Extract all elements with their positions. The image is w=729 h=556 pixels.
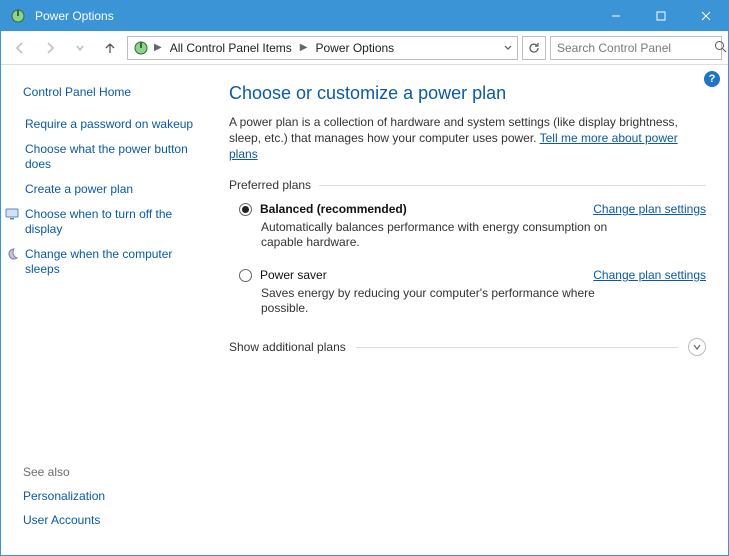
- display-icon: [5, 207, 19, 221]
- window-title: Power Options: [35, 9, 114, 23]
- preferred-plans-text: Preferred plans: [229, 178, 311, 192]
- search-box[interactable]: [550, 36, 722, 60]
- breadcrumb-all-items[interactable]: All Control Panel Items: [166, 39, 296, 57]
- maximize-button[interactable]: [638, 1, 683, 31]
- power-options-icon: [132, 40, 150, 56]
- chevron-right-icon[interactable]: ▶: [152, 42, 164, 53]
- plan-balanced-radio[interactable]: [239, 203, 252, 216]
- address-bar: ▶ All Control Panel Items ▶ Power Option…: [1, 31, 728, 65]
- titlebar: Power Options: [1, 1, 728, 31]
- preferred-plans-label: Preferred plans: [229, 178, 706, 192]
- see-also-header: See also: [23, 465, 197, 479]
- breadcrumb-bar[interactable]: ▶ All Control Panel Items ▶ Power Option…: [127, 36, 518, 60]
- up-button[interactable]: [97, 35, 123, 61]
- task-label: Require a password on wakeup: [25, 117, 193, 132]
- breadcrumb-dropdown-button[interactable]: [501, 40, 515, 57]
- plan-power-saver-radio[interactable]: [239, 269, 252, 282]
- task-label: Change when the computer sleeps: [25, 247, 197, 277]
- plan-balanced-desc: Automatically balances performance with …: [261, 220, 621, 250]
- task-create-plan[interactable]: Create a power plan: [23, 182, 197, 197]
- see-also-user-accounts[interactable]: User Accounts: [23, 513, 197, 527]
- close-button[interactable]: [683, 1, 728, 31]
- forward-button[interactable]: [37, 35, 63, 61]
- search-input[interactable]: [555, 40, 714, 56]
- help-button[interactable]: ?: [704, 71, 720, 87]
- plan-balanced: Balanced (recommended) Change plan setti…: [239, 202, 706, 250]
- task-label: Choose what the power button does: [25, 142, 197, 172]
- chevron-right-icon[interactable]: ▶: [298, 42, 310, 53]
- plan-power-saver-change-link[interactable]: Change plan settings: [593, 268, 706, 282]
- task-power-button[interactable]: Choose what the power button does: [23, 142, 197, 172]
- app-icon: [7, 8, 29, 24]
- plan-balanced-name[interactable]: Balanced (recommended): [260, 202, 407, 216]
- task-label: Choose when to turn off the display: [25, 207, 197, 237]
- search-icon[interactable]: [714, 40, 727, 56]
- content-body: Control Panel Home Require a password on…: [1, 65, 728, 555]
- task-label: Create a power plan: [25, 182, 133, 197]
- window-root: Power Options ▶ All Contro: [0, 0, 729, 556]
- sidebar-tasks: Require a password on wakeup Choose what…: [23, 117, 197, 277]
- plan-power-saver: Power saver Change plan settings Saves e…: [239, 268, 706, 316]
- refresh-button[interactable]: [522, 36, 546, 60]
- breadcrumb-power-options[interactable]: Power Options: [311, 39, 398, 57]
- plan-balanced-change-link[interactable]: Change plan settings: [593, 202, 706, 216]
- see-also-section: See also Personalization User Accounts: [23, 465, 197, 543]
- task-turn-off-display[interactable]: Choose when to turn off the display: [23, 207, 197, 237]
- plan-power-saver-desc: Saves energy by reducing your computer's…: [261, 286, 621, 316]
- expand-button[interactable]: [688, 338, 706, 356]
- page-title: Choose or customize a power plan: [229, 83, 706, 104]
- recent-dropdown-button[interactable]: [67, 35, 93, 61]
- back-button[interactable]: [7, 35, 33, 61]
- task-computer-sleeps[interactable]: Change when the computer sleeps: [23, 247, 197, 277]
- main-panel: ? Choose or customize a power plan A pow…: [209, 65, 728, 555]
- show-additional-plans[interactable]: Show additional plans: [229, 338, 706, 356]
- moon-icon: [5, 247, 19, 261]
- minimize-button[interactable]: [593, 1, 638, 31]
- task-require-password[interactable]: Require a password on wakeup: [23, 117, 197, 132]
- control-panel-home-link[interactable]: Control Panel Home: [23, 85, 197, 99]
- plan-power-saver-name[interactable]: Power saver: [260, 268, 327, 282]
- sidebar: Control Panel Home Require a password on…: [1, 65, 209, 555]
- page-description: A power plan is a collection of hardware…: [229, 114, 706, 162]
- show-additional-plans-label: Show additional plans: [229, 340, 346, 354]
- see-also-personalization[interactable]: Personalization: [23, 489, 197, 503]
